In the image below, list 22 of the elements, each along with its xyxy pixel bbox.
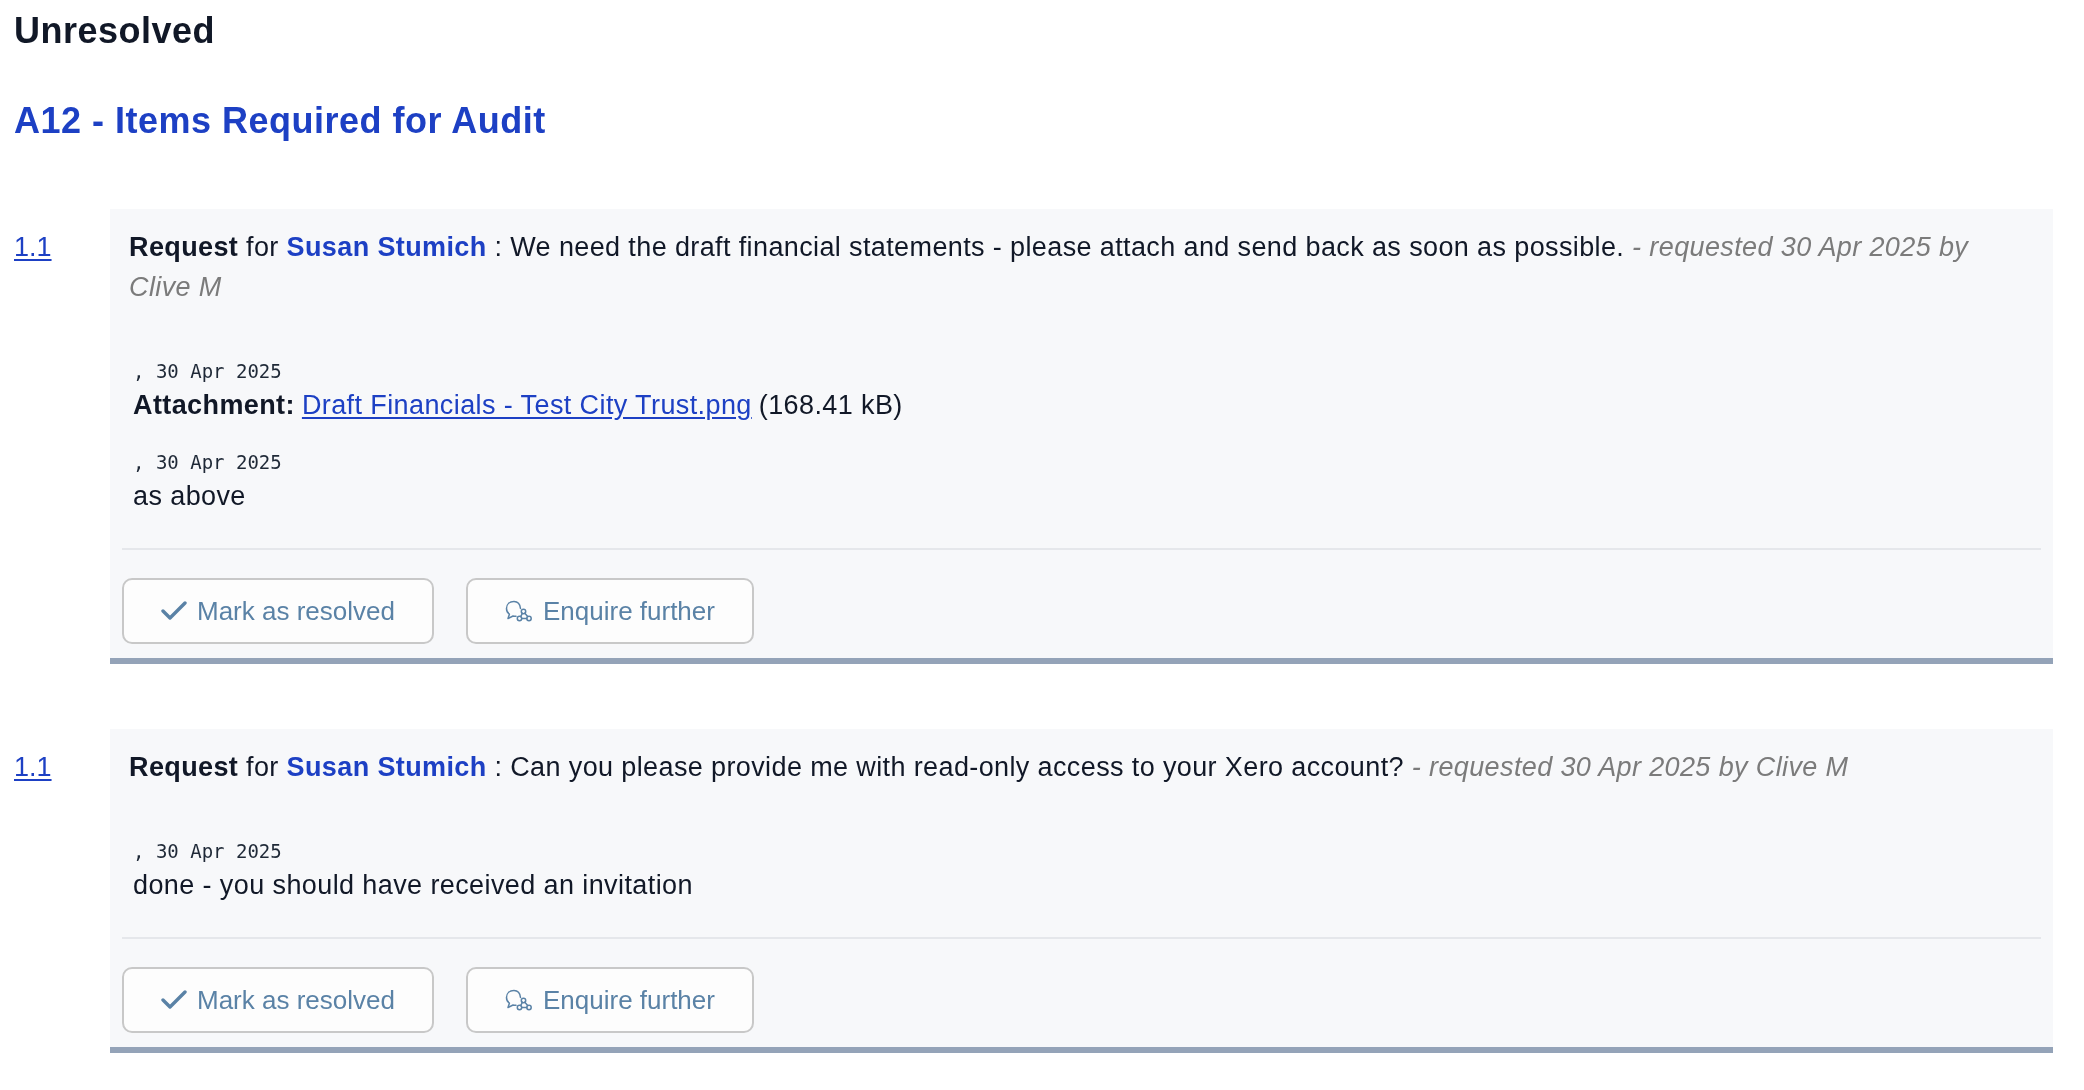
item-number-link[interactable]: 1.1 bbox=[14, 232, 52, 262]
enquire-further-button[interactable]: Enquire further bbox=[465, 578, 754, 644]
file-size: (168.41 kB) bbox=[758, 389, 903, 422]
check-icon bbox=[161, 601, 187, 621]
mark-resolved-button[interactable]: Mark as resolved bbox=[122, 578, 434, 644]
chat-bubble-icon bbox=[504, 989, 533, 1011]
response-date: , 30 Apr 2025 bbox=[133, 450, 283, 475]
enquire-further-button[interactable]: Enquire further bbox=[465, 967, 754, 1033]
request-text: Request for Susan Stumich : We need the draft financial statements - please attach and send back as soon as possible. - requested 30 Apr 2025 by Clive M bbox=[128, 231, 1970, 304]
request-text: Request for Susan Stumich : Can you please provide me with read-only access to your Xero account? - requested 30 Apr 2025 by Clive M bbox=[128, 751, 1850, 784]
response-text: done - you should have received an invitation bbox=[133, 869, 694, 902]
attachment-link[interactable]: Draft Financials - Test City Trust.png bbox=[301, 385, 752, 425]
response-date: , 30 Apr 2025 bbox=[133, 359, 283, 384]
attachment-label: Attachment: bbox=[133, 389, 295, 422]
section-title: Unresolved bbox=[14, 10, 217, 52]
mark-resolved-button[interactable]: Mark as resolved bbox=[122, 967, 434, 1033]
group-title: A12 - Items Required for Audit bbox=[14, 100, 547, 142]
chat-bubble-icon bbox=[504, 600, 533, 622]
response-date: , 30 Apr 2025 bbox=[133, 839, 283, 864]
check-icon bbox=[161, 990, 187, 1010]
item-number-link[interactable]: 1.1 bbox=[14, 752, 52, 782]
response-text: as above bbox=[133, 480, 247, 513]
